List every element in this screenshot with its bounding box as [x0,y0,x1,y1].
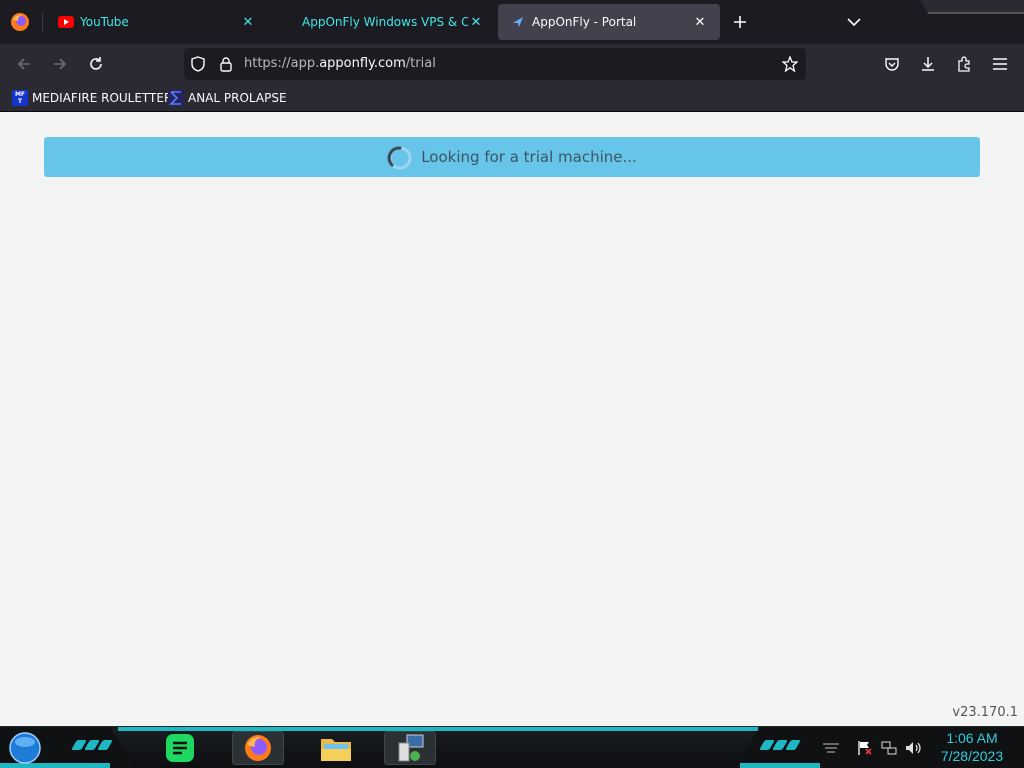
notes-app-icon[interactable] [154,731,206,765]
tab-apponfly-vps[interactable]: AppOnFly Windows VPS & Cloud ✕ [290,4,496,40]
page-content: Looking for a trial machine... v23.170.1 [0,113,1024,726]
window-frame-decoration [920,0,1024,14]
url-bar[interactable]: https://app.apponfly.com/trial [184,48,806,80]
system-clock[interactable]: 1:06 AM 7/28/2023 [932,729,1012,765]
taskbar-accent-line [118,727,758,731]
taskbar-decoration-right [740,763,820,768]
tab-title: YouTube [80,15,129,29]
file-explorer-icon[interactable] [310,731,362,765]
status-message: Looking for a trial machine... [421,148,637,166]
clock-date: 7/28/2023 [940,748,1004,764]
firefox-view-icon[interactable] [8,10,32,34]
action-center-flag-icon[interactable] [856,739,874,757]
network-icon[interactable] [880,739,898,757]
close-icon[interactable]: ✕ [692,14,708,30]
url-text[interactable]: https://app.apponfly.com/trial [244,56,436,71]
status-alert: Looking for a trial machine... [44,137,980,177]
bookmark-label: MEDIAFIRE ROULETTER [32,91,173,105]
stripes-icon [822,739,840,757]
taskbar-chevrons-left [71,740,114,752]
tab-youtube[interactable]: YouTube ✕ [46,4,268,40]
new-tab-icon[interactable] [728,10,752,34]
start-orb-icon[interactable] [6,731,44,765]
extensions-icon[interactable] [952,52,976,76]
shield-icon[interactable] [190,56,206,72]
tab-title: AppOnFly Windows VPS & Cloud [302,15,468,29]
download-icon[interactable] [916,52,940,76]
pocket-icon[interactable] [880,52,904,76]
taskbar: 1:06 AM 7/28/2023 [0,726,1024,768]
tab-title: AppOnFly - Portal [532,15,637,29]
lock-icon[interactable] [218,56,234,72]
navigation-toolbar: https://app.apponfly.com/trial [0,44,1024,84]
star-icon[interactable] [782,56,798,72]
firefox-icon[interactable] [232,731,284,765]
bookmark-anal-prolapse[interactable]: ANAL PROLAPSE [168,89,287,107]
taskbar-chevrons-right [759,740,802,752]
close-icon[interactable]: ✕ [468,14,484,30]
loading-spinner-icon [387,145,412,170]
tab-apponfly-portal[interactable]: AppOnFly - Portal ✕ [498,4,720,40]
menu-icon[interactable] [988,52,1012,76]
bookmark-mediafire-rouletter[interactable]: MF T MEDIAFIRE ROULETTER [12,89,172,107]
reload-icon[interactable] [84,52,108,76]
network-tool-icon[interactable] [384,731,436,765]
forward-arrow-icon[interactable] [48,52,72,76]
mft-icon: MF T [12,90,28,106]
sigma-icon [168,90,184,106]
version-label: v23.170.1 [952,705,1018,720]
tab-separator [42,12,43,32]
close-icon[interactable]: ✕ [240,14,256,30]
back-arrow-icon[interactable] [12,52,36,76]
bookmarks-toolbar: MF T MEDIAFIRE ROULETTER ANAL PROLAPSE [0,84,1024,112]
apponfly-icon [510,14,526,30]
bookmark-label: ANAL PROLAPSE [188,91,287,105]
volume-icon[interactable] [904,739,922,757]
chevron-down-icon[interactable] [842,10,866,34]
clock-time: 1:06 AM [946,730,998,746]
youtube-icon [58,14,74,30]
tab-strip: YouTube ✕ AppOnFly Windows VPS & Cloud ✕… [0,0,1024,44]
